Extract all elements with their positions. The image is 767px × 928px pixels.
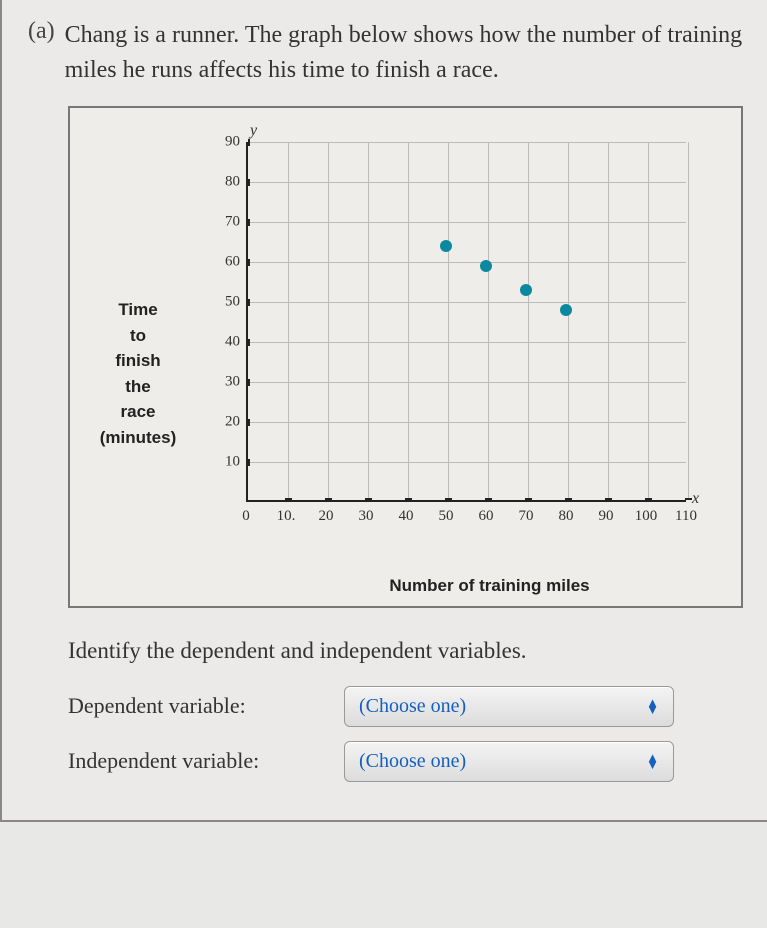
data-point <box>440 240 452 252</box>
gridline-h <box>248 302 686 303</box>
gridline-h <box>248 142 686 143</box>
question-part-label: (a) <box>28 18 55 88</box>
gridline-v <box>448 142 449 500</box>
x-tick-label: 0 <box>242 508 250 525</box>
dependent-row: Dependent variable: (Choose one) ▲▼ <box>68 686 747 727</box>
y-tick-label: 60 <box>210 253 240 270</box>
x-tick-label: 30 <box>359 508 374 525</box>
gridline-v <box>528 142 529 500</box>
gridline-h <box>248 222 686 223</box>
x-tick-label: 10. <box>277 508 296 525</box>
x-tick-label: 60 <box>479 508 494 525</box>
question-panel: (a) Chang is a runner. The graph below s… <box>0 0 767 822</box>
gridline-h <box>248 262 686 263</box>
chevron-updown-icon: ▲▼ <box>646 754 659 768</box>
data-point <box>520 284 532 296</box>
dependent-label: Dependent variable: <box>68 693 328 719</box>
chart-container: Timetofinishtherace(minutes) y x 10 20 30 4… <box>68 106 743 608</box>
x-tick-label: 70 <box>519 508 534 525</box>
y-tick-label: 40 <box>210 333 240 350</box>
y-axis-label-block: Timetofinishtherace(minutes) <box>78 122 198 596</box>
gridline-v <box>688 142 689 500</box>
gridline-v <box>368 142 369 500</box>
gridline-h <box>248 182 686 183</box>
dependent-dropdown-value: (Choose one) <box>359 695 466 718</box>
data-point <box>560 304 572 316</box>
x-tick-label: 40 <box>399 508 414 525</box>
gridline-v <box>288 142 289 500</box>
gridline-v <box>408 142 409 500</box>
gridline-h <box>248 422 686 423</box>
x-axis-letter: x <box>692 490 699 508</box>
data-point <box>480 260 492 272</box>
gridline-v <box>328 142 329 500</box>
gridline-h <box>248 382 686 383</box>
gridline-v <box>568 142 569 500</box>
y-tick-label: 90 <box>210 133 240 150</box>
x-tick-label: 50 <box>439 508 454 525</box>
gridline-v <box>648 142 649 500</box>
x-tick-label: 80 <box>559 508 574 525</box>
chart-grid <box>246 142 686 502</box>
y-tick-label: 80 <box>210 173 240 190</box>
question-text: Chang is a runner. The graph below shows… <box>65 18 747 88</box>
x-tick-label: 110 <box>675 508 697 525</box>
y-tick-label: 70 <box>210 213 240 230</box>
y-tick-label: 20 <box>210 413 240 430</box>
y-axis-label: Timetofinishtherace(minutes) <box>100 297 177 450</box>
dependent-dropdown[interactable]: (Choose one) ▲▼ <box>344 686 674 727</box>
x-tick-label: 100 <box>635 508 658 525</box>
y-tick-label: 50 <box>210 293 240 310</box>
x-tick-label: 20 <box>319 508 334 525</box>
x-tick-label: 90 <box>599 508 614 525</box>
gridline-h <box>248 462 686 463</box>
plot-column: y x 10 20 30 40 50 60 70 80 90 0 10. 20 30 40 50 60 70 80… <box>206 122 733 596</box>
identify-prompt: Identify the dependent and independent v… <box>68 638 747 664</box>
independent-dropdown-value: (Choose one) <box>359 750 466 773</box>
y-tick-label: 30 <box>210 373 240 390</box>
independent-label: Independent variable: <box>68 748 328 774</box>
chevron-updown-icon: ▲▼ <box>646 699 659 713</box>
gridline-v <box>488 142 489 500</box>
independent-row: Independent variable: (Choose one) ▲▼ <box>68 741 747 782</box>
y-tick-label: 10 <box>210 453 240 470</box>
gridline-h <box>248 342 686 343</box>
plot-area: y x 10 20 30 40 50 60 70 80 90 0 10. 20 30 40 50 60 70 80… <box>206 122 706 542</box>
independent-dropdown[interactable]: (Choose one) ▲▼ <box>344 741 674 782</box>
gridline-v <box>608 142 609 500</box>
y-axis-letter: y <box>250 122 257 140</box>
question-header: (a) Chang is a runner. The graph below s… <box>28 18 747 88</box>
x-axis-label: Number of training miles <box>246 576 733 596</box>
